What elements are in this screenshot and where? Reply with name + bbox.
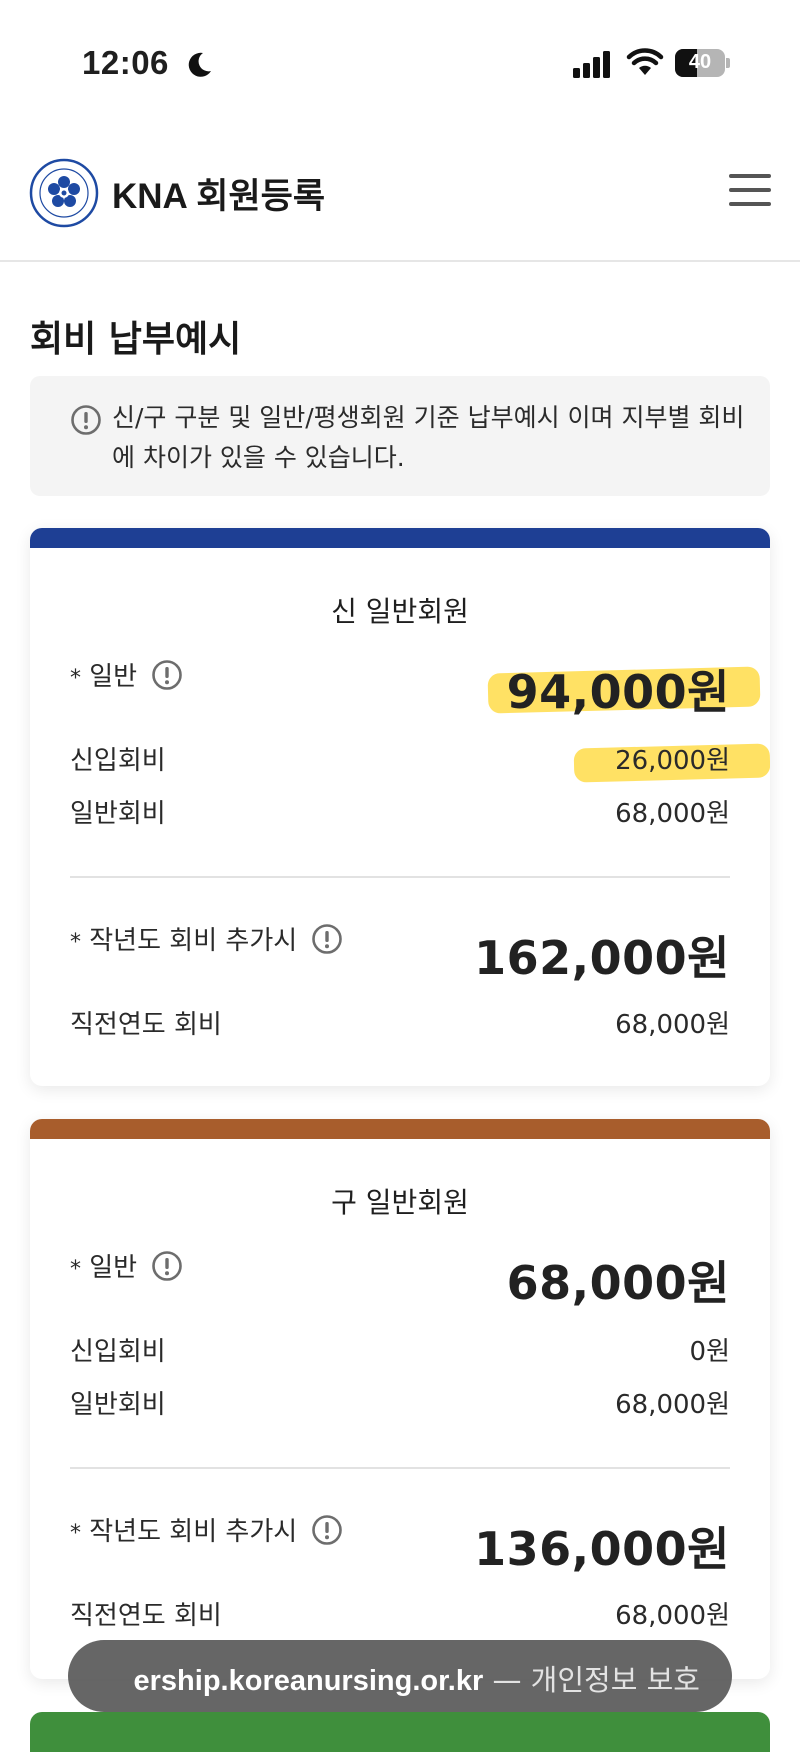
info-icon[interactable] <box>311 1514 343 1546</box>
fee-row-label: 신입회비 <box>70 746 166 776</box>
card-title: 신 일반회원 <box>331 595 469 628</box>
info-icon[interactable] <box>151 1250 183 1282</box>
notice-box: 신/구 구분 및 일반/평생회원 기준 납부예시 이며 지부별 회비에 차이가 … <box>30 376 770 496</box>
fee-row-label: 직전연도 회비 <box>70 1010 222 1040</box>
info-icon[interactable] <box>151 659 183 691</box>
url-text[interactable]: ership.koreanursing.or.kr — 개인정보 보호 <box>134 1657 700 1699</box>
general-label: * 일반 <box>70 656 183 694</box>
prev-year-total: 136,000원 <box>474 1522 730 1576</box>
url-domain: ership.koreanursing.or.kr <box>133 1665 484 1697</box>
fee-card-existing-member: 구 일반회원 * 일반 68,000원 신입회비 0원 일반회비 68,000원… <box>30 1119 770 1679</box>
general-total: 94,000원 <box>506 665 730 719</box>
fee-row-value: 68,000원 <box>615 1390 730 1420</box>
app-header: KNA 회원등록 <box>0 130 800 262</box>
status-time: 12:06 <box>82 44 169 81</box>
fee-row-value: 26,000원 <box>615 746 730 776</box>
battery-level: 40 <box>688 51 712 73</box>
card-accent-bar <box>30 1119 770 1139</box>
prev-year-total: 162,000원 <box>474 931 730 985</box>
fee-row-value: 68,000원 <box>615 799 730 829</box>
info-icon <box>71 405 101 435</box>
info-icon[interactable] <box>311 923 343 955</box>
url-privacy-suffix: — 개인정보 보호 <box>483 1663 700 1697</box>
card-accent-bar <box>30 528 770 548</box>
moon-icon <box>188 52 211 77</box>
status-bar: 12:06 40 <box>0 0 800 130</box>
fee-row-value: 68,000원 <box>615 1010 730 1040</box>
fee-row-label: 일반회비 <box>70 799 166 829</box>
prev-year-label: * 작년도 회비 추가시 <box>70 1511 343 1549</box>
fee-row-label: 일반회비 <box>70 1390 166 1420</box>
general-total: 68,000원 <box>506 1256 730 1310</box>
signal-icon <box>573 51 610 78</box>
page-title: 회비 납부예시 <box>30 319 242 360</box>
battery-icon: 40 <box>675 49 731 77</box>
kna-logo-icon[interactable] <box>29 158 99 228</box>
divider <box>70 876 730 878</box>
fee-row-value: 68,000원 <box>615 1601 730 1631</box>
divider <box>70 1467 730 1469</box>
fee-row-label: 신입회비 <box>70 1337 166 1367</box>
general-label: * 일반 <box>70 1247 183 1285</box>
next-card-accent-bar <box>30 1712 770 1752</box>
notice-text: 신/구 구분 및 일반/평생회원 기준 납부예시 이며 지부별 회비에 차이가 … <box>112 403 745 472</box>
card-title: 구 일반회원 <box>331 1186 469 1219</box>
fee-row-value: 0원 <box>689 1337 730 1367</box>
fee-row-label: 직전연도 회비 <box>70 1601 222 1631</box>
browser-url-pill[interactable]: ership.koreanursing.or.kr — 개인정보 보호 <box>68 1640 732 1712</box>
brand-title: KNA 회원등록 <box>112 177 326 216</box>
prev-year-label: * 작년도 회비 추가시 <box>70 920 343 958</box>
wifi-icon <box>626 48 664 75</box>
fee-card-new-member: 신 일반회원 * 일반 94,000원 신입회비 26,000원 일반회비 68… <box>30 528 770 1086</box>
hamburger-menu-icon[interactable] <box>729 174 771 208</box>
